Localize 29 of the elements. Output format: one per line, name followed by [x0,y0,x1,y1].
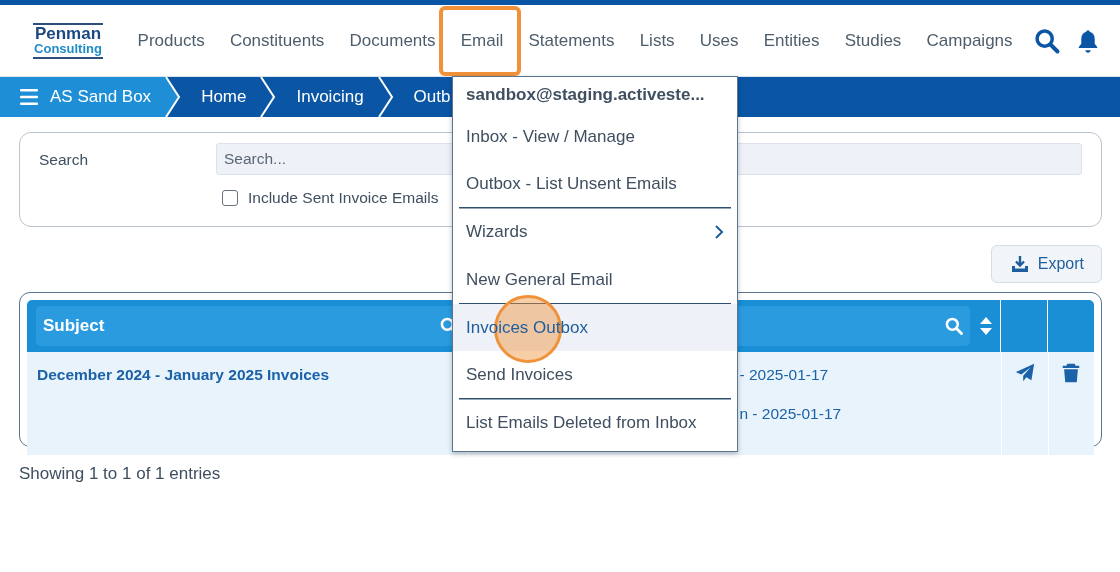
search-label: Search [39,151,89,169]
search-icon[interactable] [944,316,965,336]
download-icon [1010,255,1029,273]
menu-item[interactable]: Wizards [453,208,737,256]
menu-item[interactable]: Invoices Outbox [453,304,737,351]
checkbox[interactable] [222,190,238,206]
nav-link[interactable]: Products [125,5,218,76]
table-cell-text: n - 2025-01-17 [739,405,843,423]
table-cell-text: - 2025-01-17 [739,366,830,384]
company-logo[interactable]: Penman Consulting [33,22,103,59]
nav-link[interactable]: Uses [687,5,752,76]
nav-link[interactable]: Studies [832,5,914,76]
search-icon[interactable] [1033,26,1062,55]
nav-link[interactable]: Entities [751,5,833,76]
account-email: sandbox@staging.activeste... [465,84,706,106]
nav-link[interactable]: Constituents [217,5,337,76]
menu-item[interactable]: List Emails Deleted from Inbox [453,399,737,447]
chevron-icon [377,77,394,117]
checkbox-label: Include Sent Invoice Emails [248,189,439,207]
sort-icon[interactable] [980,317,993,335]
nav-link[interactable]: Lists [627,5,688,76]
nav-link[interactable]: Email [438,6,522,76]
menu-icon[interactable] [20,89,38,105]
chevron-icon [260,77,277,117]
nav-link[interactable]: Campaigns [913,5,1026,76]
entries-info: Showing 1 to 1 of 1 entries [19,464,222,484]
export-button[interactable]: Export [990,245,1102,283]
chevron-icon [165,77,182,117]
chevron-icon [714,224,724,240]
